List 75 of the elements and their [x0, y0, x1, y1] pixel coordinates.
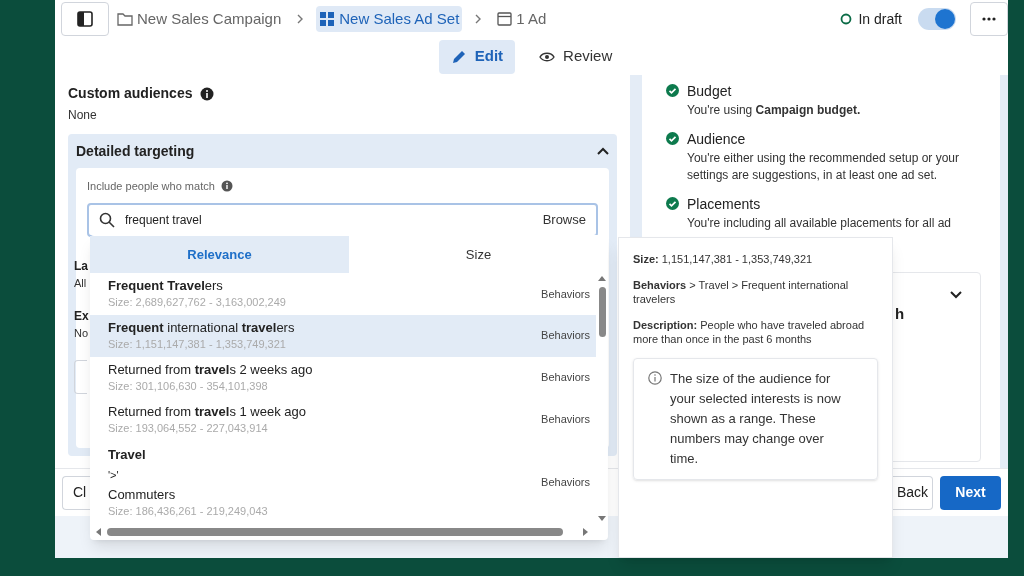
breadcrumb-link[interactable]: New Sales Ad Set — [316, 6, 463, 32]
checklist-description: You're including all available placements for all ad — [687, 215, 951, 232]
result-size: Size: 1,151,147,381 - 1,353,749,321 — [108, 337, 287, 353]
result-category: Behaviors — [541, 412, 590, 428]
field-label: Ex — [74, 308, 89, 325]
scroll-left-icon — [95, 527, 102, 537]
toggle-switch[interactable] — [918, 8, 956, 30]
sidebar-icon — [77, 11, 93, 27]
category-heading: Travel — [108, 445, 147, 464]
mode-tab[interactable]: Edit — [438, 39, 516, 74]
grid-icon — [319, 11, 336, 27]
result-size: Size: 301,106,630 - 354,101,398 — [108, 379, 269, 395]
field-label: La — [74, 257, 88, 275]
check-circle-icon — [666, 132, 679, 145]
scroll-thumb[interactable] — [599, 287, 606, 337]
window-icon — [497, 12, 513, 26]
result-size: Size: 193,064,552 - 227,043,914 — [108, 420, 269, 436]
more-icon — [982, 17, 996, 21]
field-value: None — [68, 107, 98, 124]
checklist-description: You're either using the recommended setup or your settings are suggestions, in at least one ad set. — [687, 150, 960, 184]
checklist-title: Budget — [687, 82, 733, 101]
tooltip-path: Behaviors > Travel > Frequent international travelers — [633, 278, 850, 306]
result-category: Behaviors — [541, 370, 590, 386]
section-title: Detailed targeting — [76, 141, 195, 161]
next-button[interactable]: Next — [940, 475, 1001, 510]
sort-tab[interactable]: Size — [349, 236, 608, 273]
info-icon — [220, 180, 233, 193]
scroll-thumb[interactable] — [107, 528, 563, 536]
result-name: Frequent international travelers — [108, 319, 296, 338]
info-icon — [200, 86, 215, 101]
result-size: Size: 186,436,261 - 219,249,043 — [108, 503, 269, 519]
eye-icon — [539, 50, 556, 63]
chevron-down-icon — [950, 291, 962, 299]
sidebar-toggle-button[interactable] — [61, 2, 109, 36]
tooltip-description: Description: People who have traveled abroad more than once in the past 6 months — [633, 318, 866, 346]
path-separator: '>' — [108, 467, 120, 483]
check-circle-icon — [666, 197, 679, 210]
folder-icon — [117, 12, 133, 26]
browse-link[interactable]: Browse — [542, 209, 586, 230]
checklist-description: You're using Campaign budget. — [687, 102, 861, 119]
result-name: Returned from travels 2 weeks ago — [108, 361, 314, 380]
tooltip-size: Size: 1,151,147,381 - 1,353,749,321 — [633, 252, 814, 266]
checklist-title: Audience — [687, 130, 747, 149]
card-title-fragment: h — [895, 304, 905, 324]
result-category: Behaviors — [541, 328, 590, 344]
more-button[interactable] — [970, 2, 1008, 36]
scroll-up-icon — [597, 275, 607, 282]
result-name: Commuters — [108, 485, 177, 504]
chevron-right-icon — [296, 14, 305, 24]
field-label: Include people who match — [87, 179, 215, 194]
result-category: Behaviors — [541, 474, 590, 490]
sort-tab[interactable]: Relevance — [90, 236, 349, 273]
info-icon — [648, 371, 662, 385]
result-size: Size: 2,689,627,762 - 3,163,002,249 — [108, 295, 287, 311]
notice-text: The size of the audience for your selected interests is now shown as a range. These numbers may change over time. — [670, 370, 842, 468]
section-title: Custom audiences — [68, 84, 193, 103]
check-circle-icon — [666, 84, 679, 97]
search-icon — [99, 211, 115, 228]
result-name: Frequent Travelers — [108, 277, 224, 296]
checklist-title: Placements — [687, 195, 762, 214]
result-name: Returned from travels 1 week ago — [108, 402, 307, 421]
result-item[interactable]: Frequent international travelers Size: 1,151,147,381 - 1,353,749,321 Behaviors — [90, 314, 596, 357]
chevron-right-icon — [474, 14, 483, 24]
result-category: Behaviors — [541, 286, 590, 302]
field-value: All — [74, 275, 87, 291]
mode-tab[interactable]: Review — [527, 39, 625, 74]
outline-button[interactable] — [74, 359, 87, 394]
scroll-right-icon — [582, 527, 589, 537]
breadcrumb-link[interactable]: 1 Ad — [494, 6, 550, 32]
field-value: No — [74, 326, 89, 341]
status-text: In draft — [858, 9, 902, 29]
pencil-icon — [450, 48, 467, 65]
breadcrumb-link[interactable]: New Sales Campaign — [114, 6, 285, 32]
status-circle-icon — [840, 13, 853, 25]
search-value: frequent travel — [125, 211, 203, 229]
